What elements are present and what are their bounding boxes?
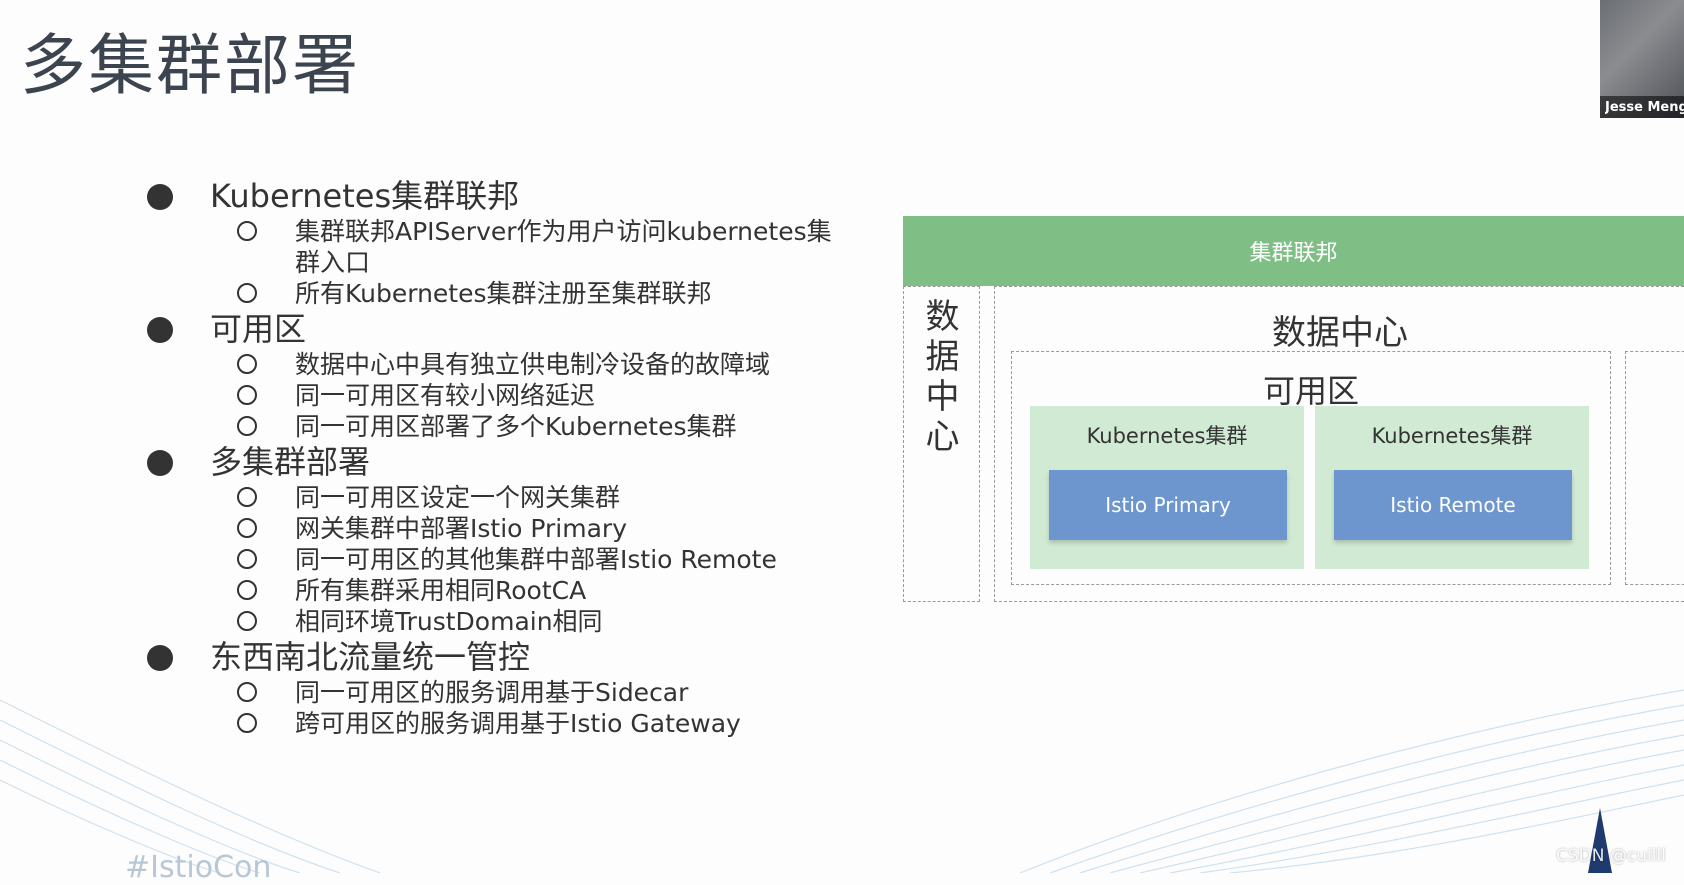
sub-bullet: 所有Kubernetes集群注册至集群联邦 [145, 278, 855, 309]
datacenter-side-char: 心 [925, 417, 960, 457]
federation-bar: 集群联邦 [903, 216, 1684, 286]
bullet-traffic-control: 东西南北流量统一管控 [145, 637, 885, 677]
datacenter-side-box: 数据中心 [903, 286, 980, 602]
watermark: CSDN @cuilll [1556, 846, 1666, 866]
architecture-diagram: 集群联邦 数据中心 数据中心 可用区 Kubernetes集群 Istio Pr… [903, 216, 1684, 602]
webcam-name-strip: Jesse Meng [1600, 96, 1684, 118]
sub-bullet: 同一可用区设定一个网关集群 [145, 482, 855, 513]
sub-bullet: 相同环境TrustDomain相同 [145, 606, 855, 637]
slide-title: 多集群部署 [20, 27, 360, 104]
sub-bullet: 所有集群采用相同RootCA [145, 575, 855, 606]
kubernetes-cluster-box: Kubernetes集群 Istio Remote [1315, 406, 1589, 569]
datacenter-side-char: 数 [925, 297, 960, 337]
sub-bullet: 同一可用区部署了多个Kubernetes集群 [145, 411, 855, 442]
sub-bullet: 同一可用区的其他集群中部署Istio Remote [145, 544, 855, 575]
availability-zone-box-partial [1625, 351, 1684, 585]
bullet-availability-zone: 可用区 [145, 309, 885, 349]
sub-bullet: 跨可用区的服务调用基于Istio Gateway [145, 708, 855, 739]
sub-bullet: 数据中心中具有独立供电制冷设备的故障域 [145, 349, 855, 380]
istio-remote-box: Istio Remote [1334, 470, 1572, 540]
datacenter-side-char: 据 [925, 337, 960, 377]
cluster-label: Kubernetes集群 [1371, 424, 1533, 448]
datacenter-side-char: 中 [925, 377, 960, 417]
webcam-thumbnail[interactable]: Jesse Meng [1600, 0, 1684, 118]
istio-primary-box: Istio Primary [1049, 470, 1287, 540]
bullet-list: Kubernetes集群联邦 集群联邦APIServer作为用户访问kubern… [145, 176, 885, 739]
kubernetes-cluster-box: Kubernetes集群 Istio Primary [1030, 406, 1304, 569]
datacenter-side-label: 数据中心 [904, 297, 981, 457]
sub-bullet: 网关集群中部署Istio Primary [145, 513, 855, 544]
sub-bullet: 同一可用区有较小网络延迟 [145, 380, 855, 411]
bullet-multi-cluster: 多集群部署 [145, 442, 885, 482]
slide: 多集群部署 Kubernetes集群联邦 集群联邦APIServer作为用户访问… [0, 0, 1684, 885]
cluster-label: Kubernetes集群 [1086, 424, 1248, 448]
sub-bullet: 同一可用区的服务调用基于Sidecar [145, 677, 855, 708]
sub-bullet: 集群联邦APIServer作为用户访问kubernetes集群入口 [145, 216, 855, 278]
bullet-kubernetes-federation: Kubernetes集群联邦 [145, 176, 885, 216]
participant-name: Jesse Meng [1605, 100, 1684, 115]
datacenter-main-label: 数据中心 [1272, 313, 1408, 353]
hashtag: #IstioCon [125, 850, 272, 885]
